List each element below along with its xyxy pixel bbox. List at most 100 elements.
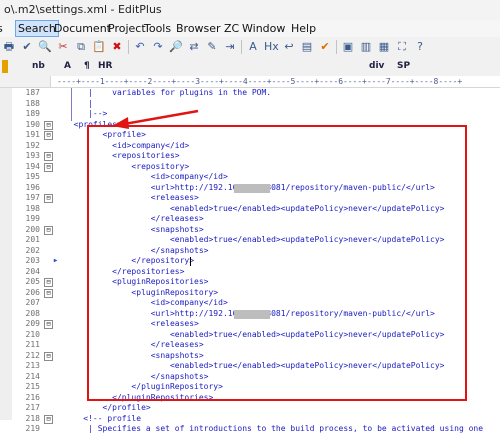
line-number: 209 bbox=[25, 319, 40, 328]
menu-item-document[interactable]: Document bbox=[54, 22, 111, 35]
find-in-files-icon[interactable]: 🔎 bbox=[169, 40, 183, 54]
line-number: 217 bbox=[25, 403, 40, 412]
line-number: 193 bbox=[25, 151, 40, 160]
line-number: 188 bbox=[25, 98, 40, 108]
main-toolbar: 🖶 ✔ 🔍 ✂ ⧉ 📋 ✖ ↶ ↷ 🔎 ⇄ ✎ ⇥ A Hx ↩ ▤ ✔ ▣ ▥ ▦ ⛶? bbox=[0, 37, 500, 59]
window-layout-icon[interactable]: ▣ bbox=[341, 40, 355, 54]
undo-icon[interactable]: ↶ bbox=[133, 40, 147, 54]
code-text: | Specifies a set of introductions to th… bbox=[64, 424, 484, 433]
line-number: 208 bbox=[25, 308, 40, 318]
list-icon[interactable] bbox=[146, 60, 160, 73]
line-number: 197 bbox=[25, 193, 40, 202]
menu-item-window[interactable]: Window bbox=[242, 22, 285, 35]
tool-icon[interactable] bbox=[18, 60, 32, 73]
html-toolbar-hr-button[interactable]: HR bbox=[98, 60, 112, 73]
check-icon[interactable]: ✔ bbox=[318, 40, 332, 54]
window-title: o\.m2\settings.xml - EditPlus bbox=[4, 3, 162, 16]
column-select-icon[interactable]: ▤ bbox=[300, 40, 314, 54]
line-number: 191 bbox=[25, 130, 40, 139]
delete-icon[interactable]: ✖ bbox=[110, 40, 124, 54]
html-toolbar-pilcrow-button[interactable]: ¶ bbox=[84, 60, 90, 73]
line-number: 204 bbox=[25, 266, 40, 276]
fullscreen-icon[interactable]: ⛶ bbox=[395, 40, 409, 54]
toolbar-separator bbox=[128, 40, 129, 54]
image-icon[interactable] bbox=[114, 60, 128, 73]
fold-toggle-icon[interactable]: ⊟ bbox=[44, 194, 53, 203]
fold-toggle-icon[interactable]: ⊟ bbox=[44, 414, 53, 424]
table-icon[interactable] bbox=[130, 60, 144, 73]
html-toolbar: nb A ¶ HR div SP bbox=[0, 58, 500, 77]
line-number: 214 bbox=[25, 371, 40, 381]
line-number: 192 bbox=[25, 140, 40, 150]
align-icon[interactable] bbox=[50, 60, 64, 73]
fold-toggle-icon[interactable]: ⊟ bbox=[44, 351, 53, 361]
word-wrap-icon[interactable]: ↩ bbox=[282, 40, 296, 54]
go-to-line-icon[interactable]: ⇥ bbox=[223, 40, 237, 54]
copy-icon[interactable]: ⧉ bbox=[74, 40, 88, 54]
line-number: 201 bbox=[25, 235, 40, 244]
fold-toggle-icon[interactable]: ⊟ bbox=[44, 320, 53, 329]
line-number: 200 bbox=[25, 224, 40, 234]
fold-toggle-icon[interactable]: ⊟ bbox=[44, 225, 53, 235]
line-number: 210 bbox=[25, 329, 40, 339]
box-icon[interactable] bbox=[242, 60, 256, 73]
indent-guide bbox=[71, 88, 72, 121]
menu-item-tools[interactable]: Tools bbox=[144, 22, 171, 35]
fold-toggle-icon[interactable]: ⊟ bbox=[44, 120, 53, 130]
print-icon[interactable]: 🖶 bbox=[2, 40, 16, 54]
hex-icon[interactable]: Hx bbox=[264, 40, 279, 54]
grid-icon[interactable] bbox=[226, 60, 240, 73]
code-line: 219 | Specifies a set of introductions t… bbox=[0, 424, 500, 435]
menu-item-ls[interactable]: ls bbox=[0, 22, 3, 35]
ruler-text: ----+----1----+----2----+----3----+----4… bbox=[57, 77, 463, 86]
menu-item-search[interactable]: Search bbox=[15, 20, 59, 37]
html-toolbar-nb-button[interactable]: nb bbox=[32, 60, 45, 73]
output-icon[interactable]: ▦ bbox=[377, 40, 391, 54]
cut-icon[interactable]: ✂ bbox=[56, 40, 70, 54]
menu-item-help[interactable]: Help bbox=[291, 22, 316, 35]
line-number: 215 bbox=[25, 382, 40, 391]
html-toolbar-a-button[interactable]: A bbox=[64, 60, 71, 73]
menu-bar: ls SearchDocumentProjectTools BrowserZCWin… bbox=[0, 20, 500, 38]
menu-item-browser[interactable]: Browser bbox=[176, 22, 221, 35]
pencil-icon[interactable] bbox=[162, 60, 176, 73]
title-bar: o\.m2\settings.xml - EditPlus bbox=[0, 0, 500, 21]
pre-icon[interactable] bbox=[210, 60, 224, 73]
html-toolbar-sp-button[interactable]: SP bbox=[397, 60, 410, 73]
line-number: 194 bbox=[25, 161, 40, 171]
frame-icon[interactable] bbox=[178, 60, 192, 73]
help-icon[interactable]: ? bbox=[413, 40, 427, 54]
paste-icon[interactable]: 📋 bbox=[92, 40, 106, 54]
menu-item-zc[interactable]: ZC bbox=[224, 22, 239, 35]
replace-icon[interactable]: ⇄ bbox=[187, 40, 201, 54]
line-number: 199 bbox=[25, 214, 40, 223]
code-text: | bbox=[64, 98, 93, 108]
spell-icon[interactable]: ✎ bbox=[205, 40, 219, 54]
code-line: 188 | bbox=[0, 99, 500, 110]
code-line: 189 |--> bbox=[0, 109, 500, 120]
spellcheck-icon[interactable]: ✔ bbox=[20, 40, 34, 54]
line-number: 218 bbox=[25, 413, 40, 423]
menu-item-project[interactable]: Project bbox=[108, 22, 146, 35]
line-number: 212 bbox=[25, 350, 40, 360]
fold-toggle-icon[interactable]: ⊟ bbox=[44, 152, 53, 161]
fold-toggle-icon[interactable]: ⊟ bbox=[44, 288, 53, 298]
line-number: 195 bbox=[25, 172, 40, 181]
form-icon[interactable] bbox=[194, 60, 208, 73]
code-line: 218 ⊟ <!-- profile bbox=[0, 414, 500, 425]
fold-toggle-icon[interactable]: ⊟ bbox=[44, 278, 53, 287]
line-number: 202 bbox=[25, 245, 40, 255]
find-icon[interactable]: 🔍 bbox=[38, 40, 52, 54]
font-icon[interactable]: A bbox=[246, 40, 260, 54]
split-icon[interactable]: ▥ bbox=[359, 40, 373, 54]
code-text: <!-- profile bbox=[64, 413, 142, 423]
html-toolbar-div-button[interactable]: div bbox=[369, 60, 384, 73]
fold-toggle-icon[interactable]: ⊟ bbox=[44, 162, 53, 172]
code-text: </profile> bbox=[64, 403, 151, 412]
line-number: 213 bbox=[25, 361, 40, 370]
line-number: 219 bbox=[25, 424, 40, 433]
fold-toggle-icon[interactable]: ⊟ bbox=[44, 131, 53, 140]
redo-icon[interactable]: ↷ bbox=[151, 40, 165, 54]
code-line: 217 </profile> bbox=[0, 403, 500, 414]
line-number: 216 bbox=[25, 392, 40, 402]
